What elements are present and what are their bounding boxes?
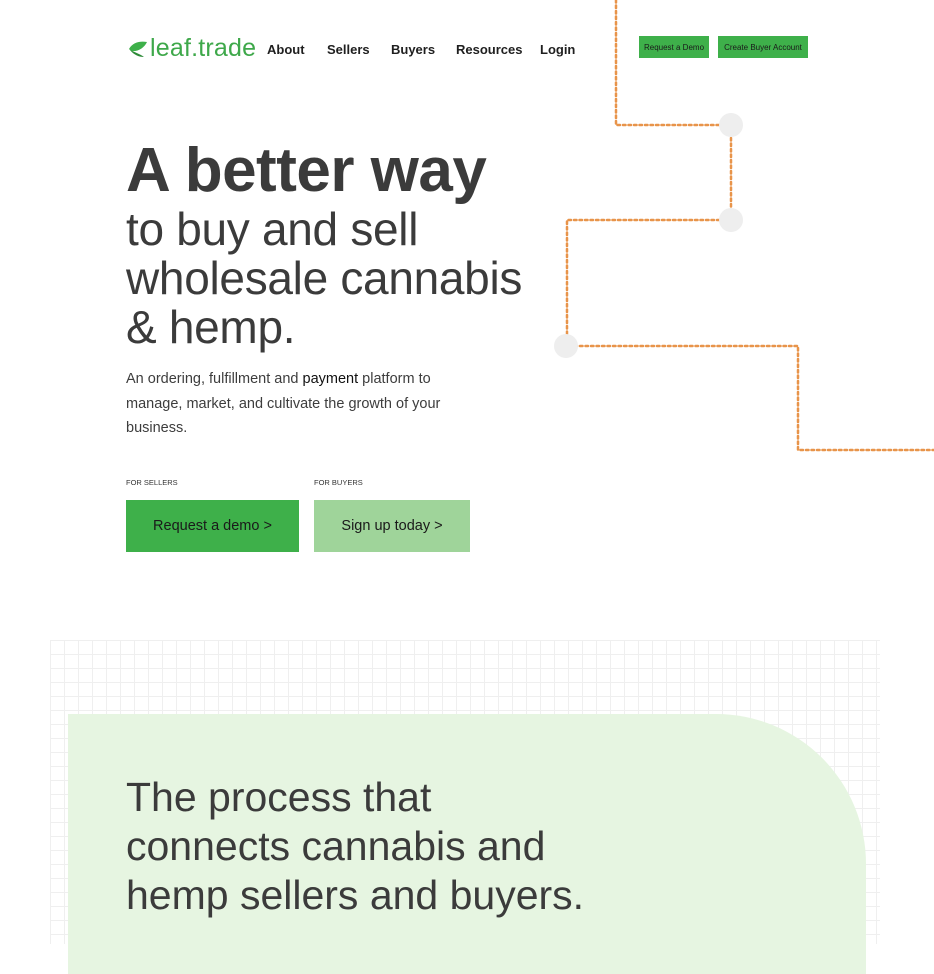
for-buyers-label: FOR BUYERS bbox=[314, 478, 363, 487]
nav-buyers[interactable]: Buyers bbox=[391, 42, 435, 57]
hero-subheadline-line: to buy and sell bbox=[126, 203, 419, 255]
header-request-demo-button[interactable]: Request a Demo bbox=[639, 36, 709, 58]
nav-sellers[interactable]: Sellers bbox=[327, 42, 370, 57]
hero-description-highlight: payment bbox=[302, 371, 359, 387]
process-heading-line: The process that bbox=[126, 774, 432, 820]
nav-about[interactable]: About bbox=[267, 42, 305, 57]
hero-subheadline-line: wholesale cannabis bbox=[126, 252, 523, 304]
path-node bbox=[719, 113, 743, 137]
header-create-buyer-account-button[interactable]: Create Buyer Account bbox=[718, 36, 808, 58]
hero-headline: A better way bbox=[126, 136, 487, 205]
nav-resources[interactable]: Resources bbox=[456, 42, 522, 57]
leaf-icon bbox=[129, 41, 147, 57]
logo-text: leaf.trade bbox=[150, 34, 257, 62]
logo[interactable]: leaf.trade bbox=[128, 34, 256, 63]
sign-up-button[interactable]: Sign up today > bbox=[314, 500, 470, 552]
request-demo-button[interactable]: Request a demo > bbox=[126, 500, 299, 552]
for-sellers-label: FOR SELLERS bbox=[126, 478, 178, 487]
hero-description: An ordering, fulfillment and payment pla… bbox=[126, 367, 476, 441]
process-heading-line: connects cannabis and bbox=[126, 823, 546, 869]
process-heading-line: hemp sellers and buyers. bbox=[126, 872, 585, 918]
hero-description-start: An ordering, fulfillment and bbox=[126, 371, 303, 387]
path-node bbox=[719, 208, 743, 232]
process-heading: The process that connects cannabis and h… bbox=[126, 773, 646, 920]
hero-subheadline-line: & hemp. bbox=[126, 301, 296, 353]
nav-login[interactable]: Login bbox=[540, 42, 575, 57]
hero-subheadline: to buy and sell wholesale cannabis & hem… bbox=[126, 205, 566, 352]
